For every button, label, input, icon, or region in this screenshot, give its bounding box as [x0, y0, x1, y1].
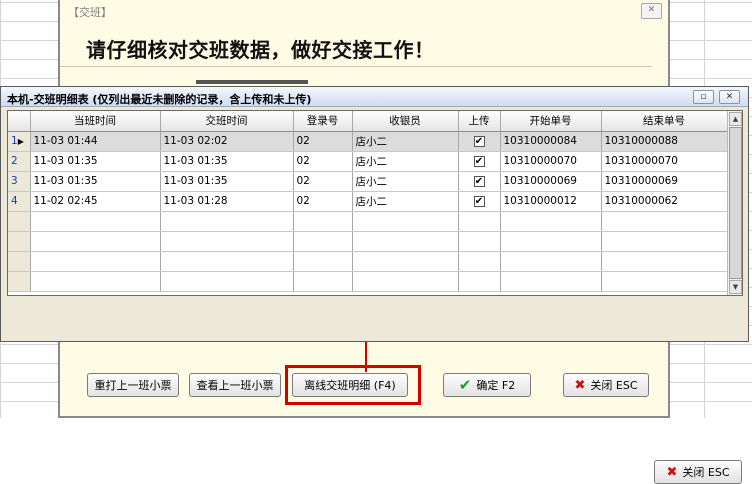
- uploaded-checkbox[interactable]: ✔: [473, 155, 485, 167]
- restore-icon[interactable]: ▫: [693, 90, 714, 104]
- view-button-label: 查看上一班小票: [196, 379, 274, 392]
- reprint-last-shift-receipt-button[interactable]: 重打上一班小票: [87, 373, 179, 397]
- close-icon: ✖: [666, 464, 678, 480]
- detail-window-titlebar: 本机-交班明细表 (仅列出最近未删除的记录，含上传和未上传) ▫ ✕: [1, 87, 748, 107]
- login-cell[interactable]: 02: [293, 171, 353, 192]
- row-indicator[interactable]: 1▶: [8, 131, 31, 152]
- column-header[interactable]: 收银员: [352, 111, 459, 132]
- vertical-scrollbar[interactable]: ▲ ▼: [727, 111, 742, 295]
- login-cell[interactable]: 02: [293, 191, 353, 212]
- uploaded-checkbox[interactable]: ✔: [473, 135, 485, 147]
- scroll-up-icon[interactable]: ▲: [729, 112, 742, 126]
- empty-row: [8, 211, 728, 232]
- end-no-cell[interactable]: 10310000088: [601, 131, 728, 152]
- cashier-cell[interactable]: 店小二: [352, 151, 459, 172]
- end-no-cell[interactable]: 10310000069: [601, 171, 728, 192]
- shift-close-button[interactable]: ✖ 关闭 ESC: [563, 373, 649, 397]
- empty-row: [8, 231, 728, 252]
- header-corner: [8, 111, 31, 132]
- uploaded-cell[interactable]: ✔: [458, 151, 501, 172]
- shift-detail-window: 本机-交班明细表 (仅列出最近未删除的记录，含上传和未上传) ▫ ✕ 当班时间 …: [0, 86, 749, 484]
- row-indicator[interactable]: 4: [8, 191, 31, 212]
- end-no-cell[interactable]: 10310000070: [601, 151, 728, 172]
- detail-close-button-label: 关闭 ESC: [682, 466, 730, 479]
- tab-indicator: [196, 80, 308, 84]
- window-close-icon[interactable]: ✕: [719, 90, 740, 104]
- end-no-cell[interactable]: 10310000062: [601, 191, 728, 212]
- on-duty-time-cell[interactable]: 11-03 01:35: [30, 151, 161, 172]
- scroll-down-icon[interactable]: ▼: [729, 280, 742, 294]
- empty-row: [8, 271, 728, 292]
- column-header[interactable]: 开始单号: [500, 111, 602, 132]
- row-indicator[interactable]: 2: [8, 151, 31, 172]
- column-header[interactable]: 交班时间: [160, 111, 294, 132]
- empty-row: [8, 251, 728, 272]
- shift-close-button-label: 关闭 ESC: [590, 379, 638, 392]
- close-icon: ✖: [574, 377, 586, 393]
- on-duty-time-cell[interactable]: 11-03 01:44: [30, 131, 161, 152]
- highlight-box: [285, 365, 421, 405]
- on-duty-time-cell[interactable]: 11-03 01:35: [30, 171, 161, 192]
- login-cell[interactable]: 02: [293, 151, 353, 172]
- column-header[interactable]: 上传: [458, 111, 501, 132]
- table-row[interactable]: 3 11-03 01:35 11-03 01:35 02 店小二 ✔ 10310…: [8, 171, 728, 192]
- on-duty-time-cell[interactable]: 11-02 02:45: [30, 191, 161, 212]
- uploaded-cell[interactable]: ✔: [458, 131, 501, 152]
- detail-window-title: 本机-交班明细表 (仅列出最近未删除的记录，含上传和未上传): [7, 93, 312, 106]
- shift-time-cell[interactable]: 11-03 01:28: [160, 191, 294, 212]
- row-indicator[interactable]: 3: [8, 171, 31, 192]
- table-row[interactable]: 4 11-02 02:45 11-03 01:28 02 店小二 ✔ 10310…: [8, 191, 728, 212]
- start-no-cell[interactable]: 10310000012: [500, 191, 602, 212]
- column-header[interactable]: 当班时间: [30, 111, 161, 132]
- check-icon: ✔: [458, 376, 472, 394]
- shift-time-cell[interactable]: 11-03 01:35: [160, 171, 294, 192]
- shift-dialog-title: 【交班】: [68, 6, 112, 19]
- cashier-cell[interactable]: 店小二: [352, 171, 459, 192]
- shift-detail-table: 当班时间 交班时间 登录号 收银员 上传 开始单号 结束单号 1▶ 11-03 …: [8, 111, 728, 292]
- cashier-cell[interactable]: 店小二: [352, 131, 459, 152]
- confirm-button[interactable]: ✔ 确定 F2: [443, 373, 531, 397]
- table-row[interactable]: 1▶ 11-03 01:44 11-03 02:02 02 店小二 ✔ 1031…: [8, 131, 728, 152]
- column-header[interactable]: 登录号: [293, 111, 353, 132]
- uploaded-cell[interactable]: ✔: [458, 171, 501, 192]
- start-no-cell[interactable]: 10310000084: [500, 131, 602, 152]
- reprint-button-label: 重打上一班小票: [94, 379, 172, 392]
- shift-detail-grid: 当班时间 交班时间 登录号 收银员 上传 开始单号 结束单号 1▶ 11-03 …: [7, 110, 743, 296]
- scroll-thumb[interactable]: [729, 127, 742, 279]
- table-row[interactable]: 2 11-03 01:35 11-03 01:35 02 店小二 ✔ 10310…: [8, 151, 728, 172]
- login-cell[interactable]: 02: [293, 131, 353, 152]
- start-no-cell[interactable]: 10310000069: [500, 171, 602, 192]
- shift-dialog-close-icon[interactable]: ✕: [641, 3, 662, 19]
- divider: [60, 66, 652, 67]
- shift-headline: 请仔细核对交班数据，做好交接工作！: [86, 38, 435, 62]
- shift-time-cell[interactable]: 11-03 01:35: [160, 151, 294, 172]
- view-last-shift-receipt-button[interactable]: 查看上一班小票: [189, 373, 281, 397]
- confirm-button-label: 确定 F2: [476, 379, 516, 392]
- uploaded-checkbox[interactable]: ✔: [473, 195, 485, 207]
- cashier-cell[interactable]: 店小二: [352, 191, 459, 212]
- shift-time-cell[interactable]: 11-03 02:02: [160, 131, 294, 152]
- uploaded-checkbox[interactable]: ✔: [473, 175, 485, 187]
- start-no-cell[interactable]: 10310000070: [500, 151, 602, 172]
- uploaded-cell[interactable]: ✔: [458, 191, 501, 212]
- column-header[interactable]: 结束单号: [601, 111, 728, 132]
- detail-close-button[interactable]: ✖ 关闭 ESC: [654, 460, 742, 484]
- shift-dialog-titlebar: 【交班】 ✕: [60, 0, 668, 22]
- row-pointer-icon: ▶: [17, 137, 24, 146]
- row-index: 1: [11, 135, 18, 147]
